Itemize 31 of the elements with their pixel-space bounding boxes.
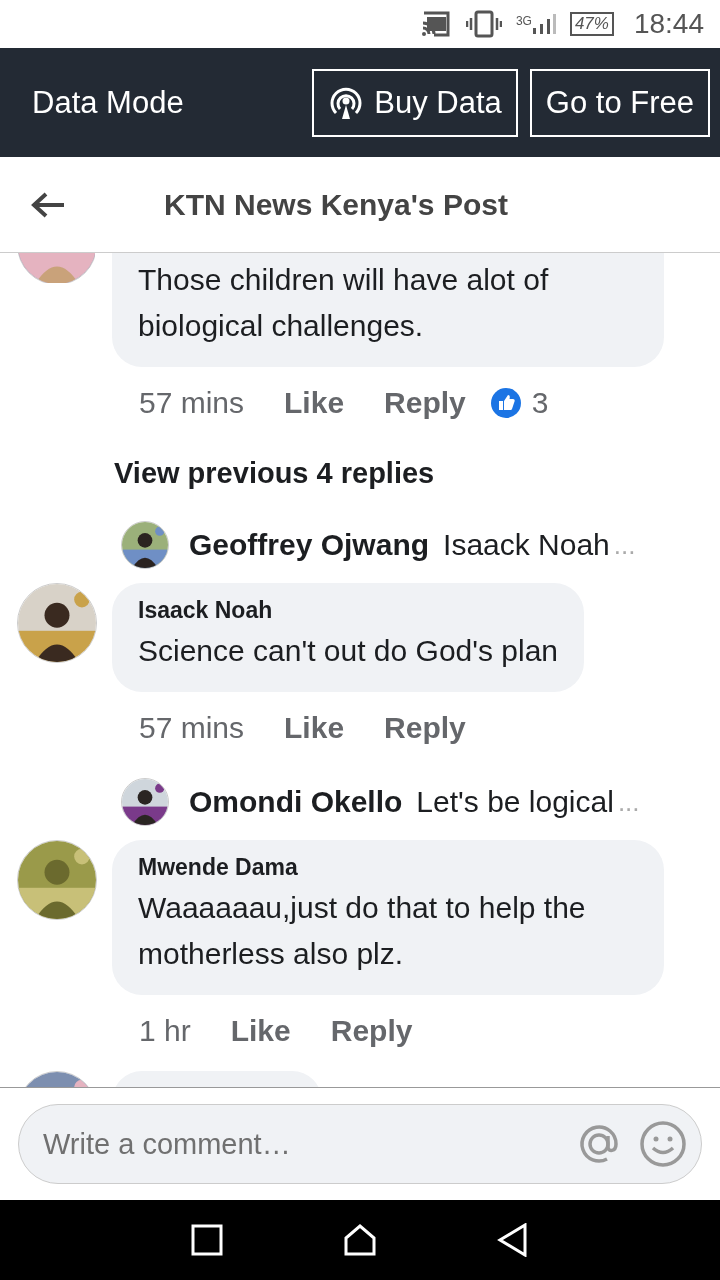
ellipsis: ... — [613, 529, 636, 561]
reaction-count: 3 — [531, 386, 549, 420]
like-link[interactable]: Like — [230, 1014, 291, 1048]
like-link[interactable]: Like — [284, 386, 345, 420]
go-to-free-button[interactable]: Go to Free — [529, 68, 710, 137]
comment-author[interactable]: Isaack Noah — [138, 597, 559, 624]
comment-time: 1 hr — [139, 1014, 191, 1048]
battery-indicator: 47% — [569, 12, 614, 36]
like-link[interactable]: Like — [284, 711, 345, 745]
comment-time: 57 mins — [139, 386, 245, 420]
reply-link[interactable]: Reply — [330, 1014, 413, 1048]
comment-author[interactable]: Mwende Dama — [138, 854, 638, 881]
reply-link[interactable]: Reply — [384, 386, 466, 420]
clock: 18:44 — [633, 8, 704, 40]
ellipsis: ... — [617, 786, 640, 818]
reply-author[interactable]: Omondi Okello — [189, 785, 403, 819]
reply-author[interactable]: Geoffrey Ojwang — [189, 528, 430, 562]
view-replies-link[interactable]: View previous 4 replies — [0, 439, 435, 507]
comment-field[interactable]: Write a comment… — [18, 1104, 702, 1184]
comment-time: 57 mins — [139, 711, 245, 745]
comment-text: Those children will have alot of biological challenges. — [138, 262, 550, 344]
reply-link[interactable]: Reply — [384, 711, 466, 745]
comment-text: Science can't out do God's plan — [138, 633, 559, 669]
post-title: KTN News Kenya's Post — [164, 187, 508, 222]
comment-text: Waaaaaau,just do that to help the motherless also plz. — [138, 890, 587, 972]
comment-input[interactable]: Write a comment… — [41, 1126, 559, 1162]
data-mode-title: Data Mode — [32, 84, 184, 121]
network-type: 3G — [515, 14, 532, 28]
buy-data-button[interactable]: Buy Data — [312, 68, 518, 137]
reply-snippet: Let's be logical — [416, 785, 614, 819]
reply-snippet: Isaack Noah — [443, 528, 610, 562]
